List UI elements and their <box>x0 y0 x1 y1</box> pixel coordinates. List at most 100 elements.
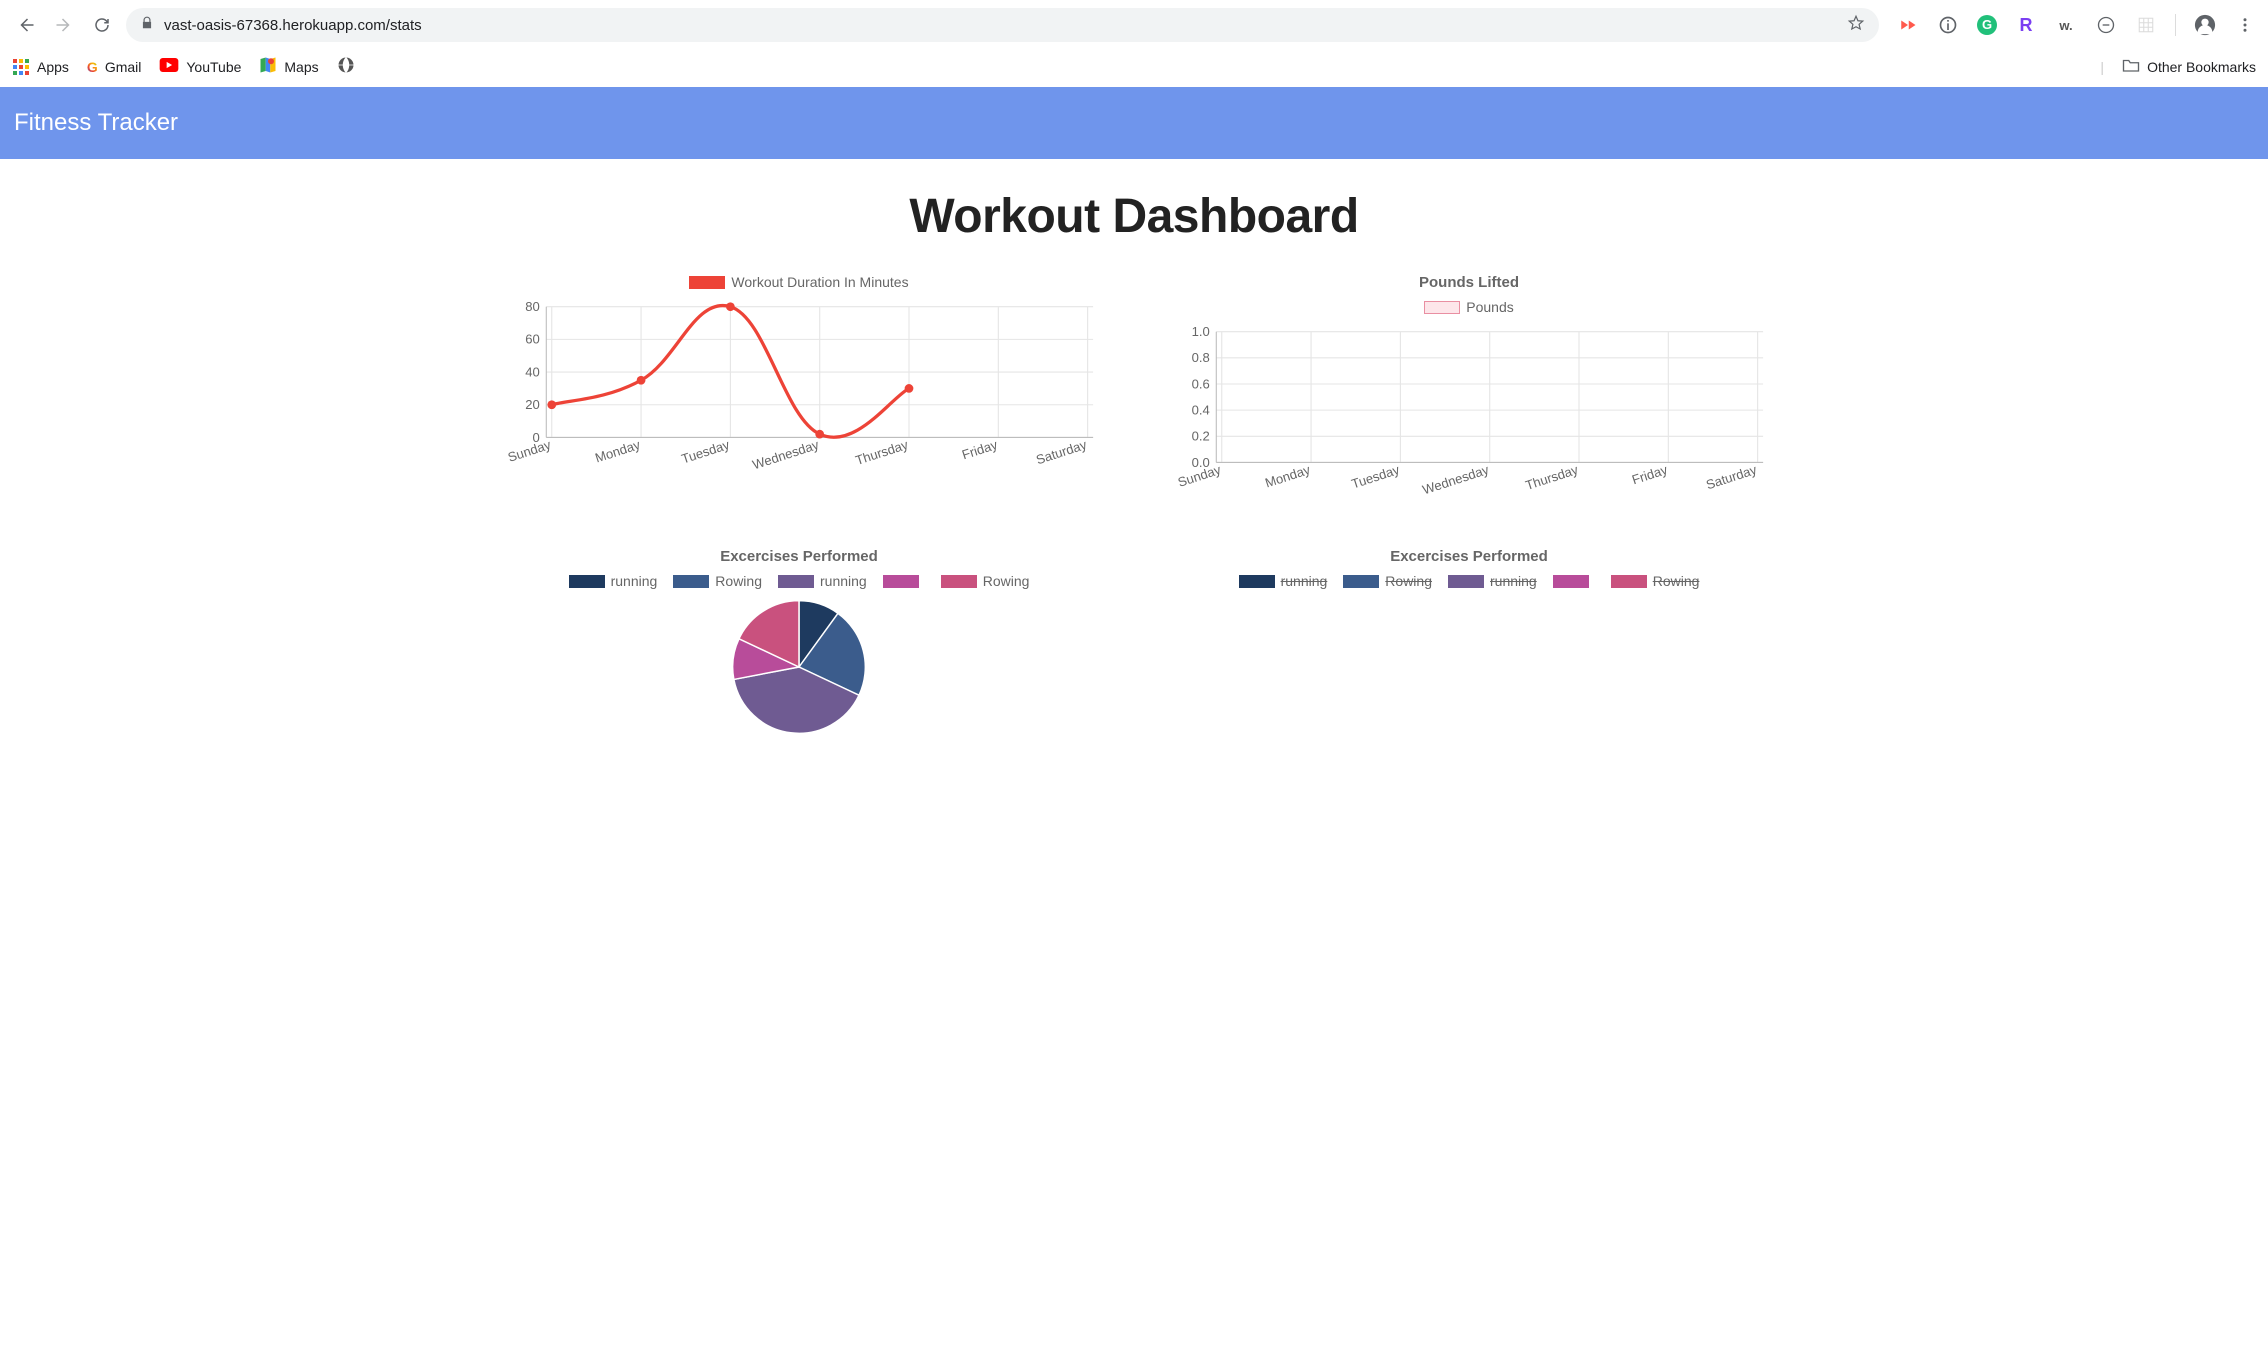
apps-icon <box>12 58 30 76</box>
legend-item[interactable]: running <box>1239 573 1328 589</box>
legend-chip <box>883 575 919 588</box>
reload-button[interactable] <box>88 11 116 39</box>
svg-text:Friday: Friday <box>960 437 1000 463</box>
svg-text:Monday: Monday <box>1263 462 1312 491</box>
legend-chip <box>778 575 814 588</box>
gmail-shortcut[interactable]: G Gmail <box>87 59 141 75</box>
extension-icons: G R w. <box>1889 14 2256 36</box>
maps-label: Maps <box>284 59 318 75</box>
svg-text:20: 20 <box>525 397 540 412</box>
reload-icon <box>93 16 111 34</box>
svg-text:Tuesday: Tuesday <box>1349 462 1401 492</box>
line-chart: 020406080SundayMondayTuesdayWednesdayThu… <box>494 298 1104 483</box>
folder-icon <box>2122 57 2140 76</box>
legend-chip <box>1448 575 1484 588</box>
bar-chart: 0.00.20.40.60.81.0SundayMondayTuesdayWed… <box>1164 323 1774 508</box>
toolbar-divider <box>2175 14 2176 36</box>
legend-label: Workout Duration In Minutes <box>731 274 908 290</box>
star-icon[interactable] <box>1847 14 1865 36</box>
legend-label: running <box>1281 573 1328 589</box>
svg-text:Saturday: Saturday <box>1704 462 1759 493</box>
svg-text:40: 40 <box>525 364 540 379</box>
ext-icon-info[interactable] <box>1937 14 1959 36</box>
legend-chip <box>1611 575 1647 588</box>
svg-text:1.0: 1.0 <box>1192 324 1210 339</box>
legend-label: Rowing <box>715 573 762 589</box>
lock-icon <box>140 16 154 34</box>
chart-title: Excercises Performed <box>1164 548 1774 565</box>
svg-text:Saturday: Saturday <box>1034 437 1089 468</box>
legend-chip <box>941 575 977 588</box>
apps-label: Apps <box>37 59 69 75</box>
legend-item[interactable] <box>883 573 925 589</box>
globe-shortcut[interactable] <box>337 56 355 77</box>
charts-grid: Workout Duration In Minutes 020406080Sun… <box>494 274 1774 737</box>
ext-icon-r[interactable]: R <box>2015 14 2037 36</box>
chart-legend[interactable]: running Rowing running Rowing <box>494 573 1104 589</box>
address-bar[interactable]: vast-oasis-67368.herokuapp.com/stats <box>126 8 1879 42</box>
bookmarks-bar: Apps G Gmail YouTube Maps | Other Bookma… <box>0 50 2268 87</box>
legend-item[interactable]: Rowing <box>1343 573 1432 589</box>
legend-item[interactable]: running <box>1448 573 1537 589</box>
legend-item[interactable]: Rowing <box>941 573 1030 589</box>
svg-text:Monday: Monday <box>593 437 642 466</box>
arrow-left-icon <box>17 16 35 34</box>
back-button[interactable] <box>12 11 40 39</box>
app-title: Fitness Tracker <box>14 109 178 136</box>
youtube-shortcut[interactable]: YouTube <box>159 58 241 75</box>
other-bookmarks[interactable]: Other Bookmarks <box>2122 57 2256 76</box>
svg-text:Wednesday: Wednesday <box>1421 462 1491 498</box>
legend-item[interactable]: Rowing <box>673 573 762 589</box>
legend-label: running <box>611 573 658 589</box>
apps-shortcut[interactable]: Apps <box>12 58 69 76</box>
other-bookmarks-label: Other Bookmarks <box>2147 59 2256 75</box>
ext-icon-1[interactable] <box>1897 14 1919 36</box>
url-text: vast-oasis-67368.herokuapp.com/stats <box>164 17 422 34</box>
legend-label: running <box>820 573 867 589</box>
svg-text:0.4: 0.4 <box>1192 402 1210 417</box>
maps-shortcut[interactable]: Maps <box>259 56 318 77</box>
profile-icon[interactable] <box>2194 14 2216 36</box>
bookmarks-divider: | <box>2100 59 2104 75</box>
chart-legend[interactable]: Workout Duration In Minutes <box>494 274 1104 290</box>
legend-chip <box>1343 575 1379 588</box>
chart-workout-duration: Workout Duration In Minutes 020406080Sun… <box>494 274 1104 508</box>
legend-chip <box>1239 575 1275 588</box>
legend-label: running <box>1490 573 1537 589</box>
legend-item[interactable] <box>1553 573 1595 589</box>
ext-icon-g[interactable]: G <box>1977 15 1997 35</box>
ext-icon-circle[interactable] <box>2095 14 2117 36</box>
browser-toolbar: vast-oasis-67368.herokuapp.com/stats G R… <box>0 0 2268 50</box>
chart-exercises-pie-left: Excercises Performed running Rowing runn… <box>494 548 1104 737</box>
svg-text:Thursday: Thursday <box>854 437 911 468</box>
legend-item[interactable]: Rowing <box>1611 573 1700 589</box>
menu-icon[interactable] <box>2234 14 2256 36</box>
youtube-icon <box>159 58 179 75</box>
chart-pounds-lifted: Pounds Lifted Pounds 0.00.20.40.60.81.0S… <box>1164 274 1774 508</box>
legend-item[interactable]: running <box>778 573 867 589</box>
maps-icon <box>259 56 277 77</box>
svg-text:Friday: Friday <box>1630 462 1670 488</box>
forward-button[interactable] <box>50 11 78 39</box>
svg-text:Thursday: Thursday <box>1524 462 1581 493</box>
page-title: Workout Dashboard <box>40 189 2228 244</box>
chart-exercises-pie-right: Excercises Performed running Rowing runn… <box>1164 548 1774 737</box>
svg-text:0.6: 0.6 <box>1192 376 1210 391</box>
google-icon: G <box>87 59 98 75</box>
legend-item[interactable]: running <box>569 573 658 589</box>
chart-legend[interactable]: running Rowing running Rowing <box>1164 573 1774 589</box>
svg-text:0.2: 0.2 <box>1192 429 1210 444</box>
ext-icon-w[interactable]: w. <box>2055 14 2077 36</box>
gmail-label: Gmail <box>105 59 142 75</box>
arrow-right-icon <box>55 16 73 34</box>
youtube-label: YouTube <box>186 59 241 75</box>
svg-text:60: 60 <box>525 332 540 347</box>
ext-icon-grid[interactable] <box>2135 14 2157 36</box>
legend-chip <box>689 276 725 289</box>
chart-title: Excercises Performed <box>494 548 1104 565</box>
chart-title: Pounds Lifted <box>1164 274 1774 291</box>
chart-legend[interactable]: Pounds <box>1164 299 1774 315</box>
app-header: Fitness Tracker <box>0 87 2268 159</box>
page-content: Workout Dashboard Workout Duration In Mi… <box>0 159 2268 757</box>
globe-icon <box>337 56 355 77</box>
